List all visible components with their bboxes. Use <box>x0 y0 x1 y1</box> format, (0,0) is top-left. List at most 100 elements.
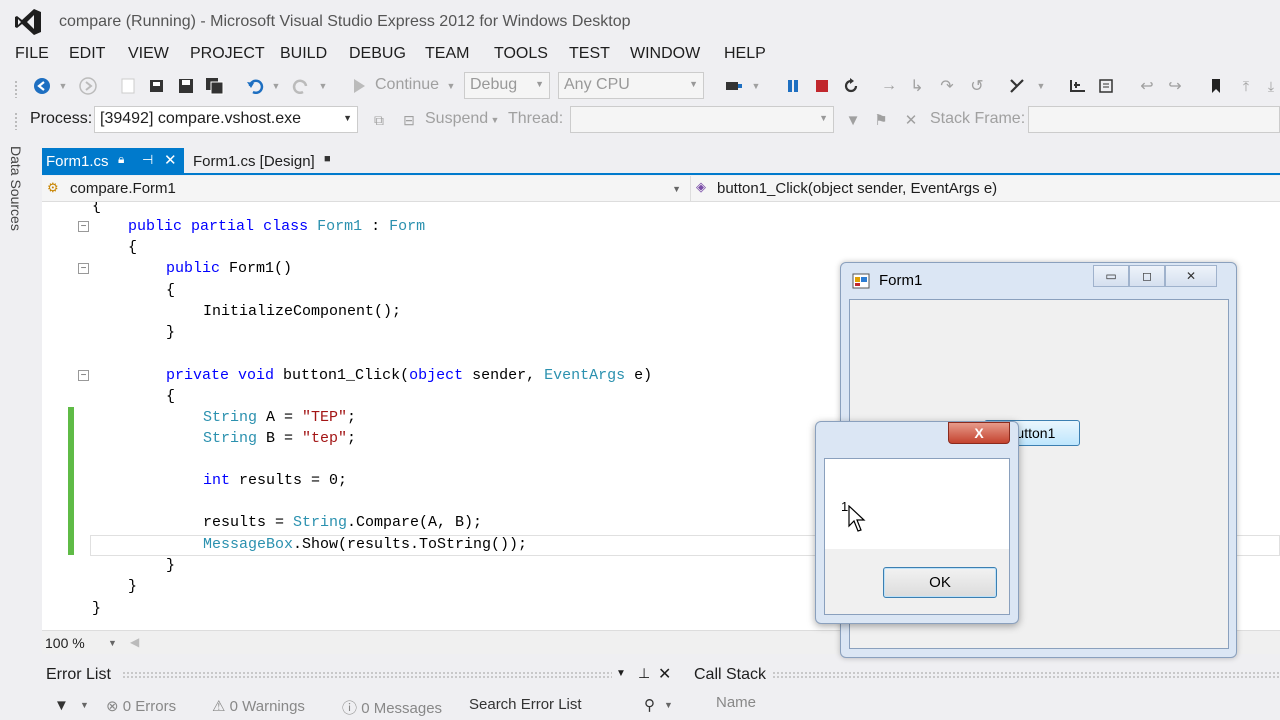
member-select[interactable]: ◈ button1_Click(object sender, EventArgs… <box>690 176 1280 202</box>
menu-debug[interactable]: DEBUG <box>349 45 406 63</box>
chevron-down-icon[interactable]: ▼ <box>490 108 500 132</box>
menu-test[interactable]: TEST <box>569 45 610 63</box>
process-select[interactable]: [39492] compare.vshost.exe ▼ <box>94 106 358 133</box>
navigate-back-icon[interactable] <box>30 74 54 98</box>
close-icon[interactable]: ✕ <box>1165 265 1217 287</box>
data-sources-tab[interactable]: Data Sources <box>8 146 36 246</box>
toggle-flags-icon[interactable]: ✕ <box>900 108 922 132</box>
collapse-toggle[interactable]: − <box>78 221 89 232</box>
class-icon: ⚙ <box>47 180 59 195</box>
step-over-icon[interactable]: ↷ <box>936 74 958 98</box>
pin-icon[interactable]: ⊣ <box>142 152 153 168</box>
filter-icon[interactable]: ▼ <box>842 108 864 132</box>
next-bookmark-icon[interactable]: ⤓ <box>1262 74 1280 98</box>
minimize-icon[interactable]: ▭ <box>1093 265 1129 287</box>
close-button[interactable]: X <box>948 422 1010 444</box>
type-select[interactable]: ⚙ compare.Form1 ▼ <box>42 176 687 202</box>
undo-icon[interactable] <box>243 74 267 98</box>
suspend-icon[interactable]: ⊟ <box>398 108 420 132</box>
chevron-down-icon[interactable]: ▼ <box>616 668 626 679</box>
configuration-select[interactable]: Debug ▼ <box>464 72 550 99</box>
menu-tools[interactable]: TOOLS <box>494 45 548 63</box>
menu-team[interactable]: TEAM <box>425 45 469 63</box>
play-icon[interactable] <box>350 74 368 98</box>
uncomment-icon[interactable]: ↪ <box>1164 74 1186 98</box>
menu-build[interactable]: BUILD <box>280 45 327 63</box>
chevron-down-icon[interactable]: ▼ <box>80 700 89 710</box>
navigate-forward-icon[interactable] <box>76 74 100 98</box>
tab-form1-design[interactable]: Form1.cs [Design] ■ <box>190 148 390 175</box>
restart-icon[interactable] <box>840 74 862 98</box>
bookmark-icon[interactable] <box>1206 74 1226 98</box>
error-list-toolbar: ▼ ▼ ⊗ 0 Errors ⚠ 0 Warnings ⓘ 0 Messages… <box>42 694 682 720</box>
filter-icon[interactable]: ▼ <box>54 697 69 714</box>
panel-grip[interactable] <box>772 671 1280 678</box>
document-tabs: Form1.cs 🔒︎ ⊣ ✕ Form1.cs [Design] ■ <box>42 148 1280 175</box>
thread-select[interactable]: ▼ <box>570 106 834 133</box>
close-icon[interactable]: ✕ <box>658 664 671 684</box>
menu-view[interactable]: VIEW <box>128 45 169 63</box>
chevron-down-icon[interactable]: ▼ <box>751 74 761 98</box>
show-next-statement-icon[interactable]: → <box>878 74 900 98</box>
show-threads-icon[interactable] <box>1066 74 1090 98</box>
call-stack-title[interactable]: Call Stack <box>694 666 766 684</box>
call-stack-name-column[interactable]: Name <box>716 694 756 711</box>
pause-icon[interactable] <box>782 74 804 98</box>
flag-thread-icon[interactable]: ⚑ <box>870 108 892 132</box>
close-icon[interactable]: ✕ <box>164 151 177 169</box>
save-icon[interactable] <box>174 74 198 98</box>
continue-label[interactable]: Continue <box>375 76 439 94</box>
step-into-icon[interactable]: ↳ <box>906 74 928 98</box>
errors-filter[interactable]: ⊗ 0 Errors <box>106 697 176 715</box>
menu-file[interactable]: FILE <box>15 45 49 63</box>
platform-select[interactable]: Any CPU ▼ <box>558 72 704 99</box>
ok-button[interactable]: OK <box>883 567 997 598</box>
message-box[interactable]: X 1 OK <box>815 421 1019 624</box>
save-all-icon[interactable] <box>203 74 227 98</box>
attach-process-icon[interactable] <box>722 74 746 98</box>
hex-display-icon[interactable] <box>1006 74 1030 98</box>
stop-icon[interactable] <box>811 74 833 98</box>
chevron-down-icon[interactable]: ▼ <box>318 74 328 98</box>
step-out-icon[interactable]: ↺ <box>966 74 988 98</box>
collapse-toggle[interactable]: − <box>78 370 89 381</box>
scroll-left-icon[interactable]: ◀ <box>130 635 139 649</box>
uncomment-icon[interactable]: ↩ <box>1136 74 1158 98</box>
redo-icon[interactable] <box>289 74 313 98</box>
toolbar-grip[interactable] <box>14 112 18 130</box>
chevron-down-icon[interactable]: ▼ <box>271 74 281 98</box>
new-project-icon[interactable] <box>116 74 140 98</box>
search-icon[interactable]: ⚲ <box>644 696 655 714</box>
tab-form1-cs[interactable]: Form1.cs 🔒︎ ⊣ ✕ <box>42 148 184 175</box>
warning-icon: ⚠ <box>212 698 226 715</box>
suspend-label[interactable]: Suspend <box>425 110 488 128</box>
zoom-level[interactable]: 100 % <box>45 635 85 651</box>
menu-project[interactable]: PROJECT <box>190 45 265 63</box>
lock-icon: 🔒︎ <box>118 152 125 166</box>
lifecycle-events-icon[interactable]: ⧉ <box>368 108 390 132</box>
chevron-down-icon[interactable]: ▼ <box>1036 74 1046 98</box>
open-file-icon[interactable] <box>145 74 169 98</box>
maximize-icon[interactable]: ◻ <box>1129 265 1165 287</box>
chevron-down-icon[interactable]: ▼ <box>446 74 456 98</box>
error-list-title[interactable]: Error List <box>46 666 111 684</box>
menu-help[interactable]: HELP <box>724 45 766 63</box>
stack-frame-select[interactable] <box>1028 106 1280 133</box>
chevron-down-icon[interactable]: ▼ <box>664 700 673 710</box>
warnings-filter[interactable]: ⚠ 0 Warnings <box>212 697 305 715</box>
prev-bookmark-icon[interactable]: ⤒ <box>1236 74 1256 98</box>
panel-grip[interactable] <box>122 671 612 678</box>
menu-window[interactable]: WINDOW <box>630 45 700 63</box>
lock-icon: ■ <box>324 153 331 165</box>
errors-count: 0 Errors <box>122 698 177 715</box>
search-error-list-input[interactable]: Search Error List <box>469 696 582 713</box>
chevron-down-icon[interactable]: ▼ <box>108 638 117 648</box>
messages-filter[interactable]: ⓘ 0 Messages <box>342 697 442 718</box>
chevron-down-icon: ▼ <box>535 79 544 89</box>
collapse-toggle[interactable]: − <box>78 263 89 274</box>
comment-icon[interactable] <box>1095 74 1119 98</box>
chevron-down-icon[interactable]: ▼ <box>58 74 68 98</box>
pin-icon[interactable]: ⊥ <box>638 665 650 682</box>
menu-edit[interactable]: EDIT <box>69 45 105 63</box>
toolbar-grip[interactable] <box>14 80 18 98</box>
